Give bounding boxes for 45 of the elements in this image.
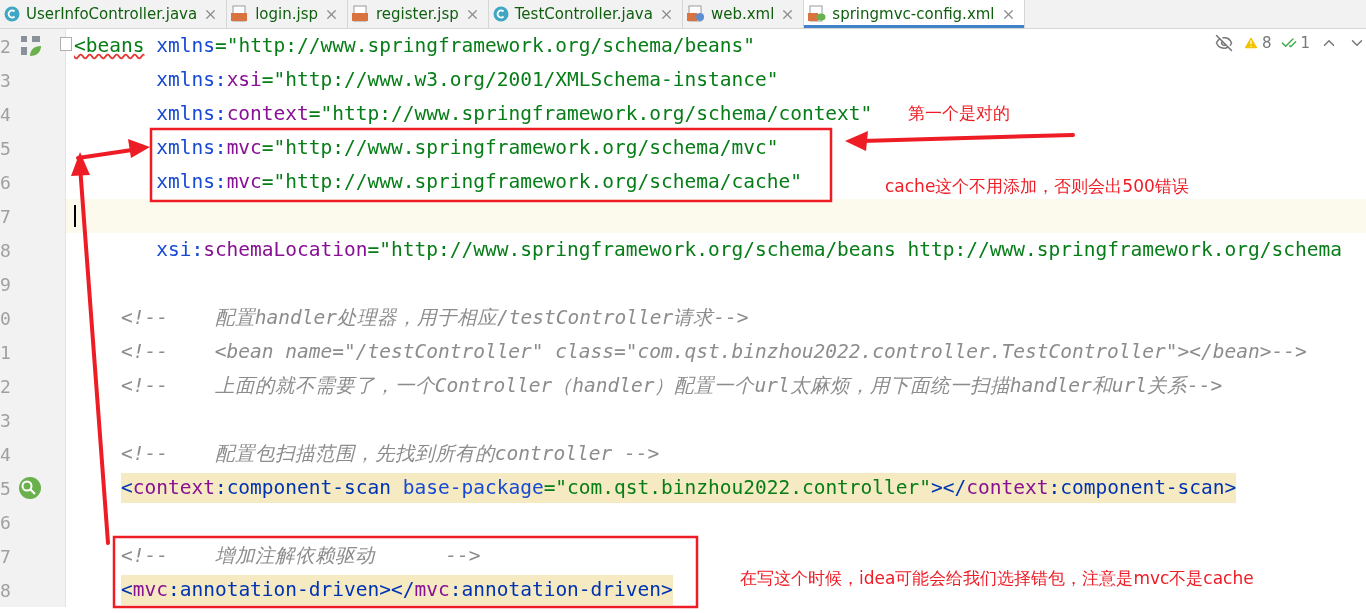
code-line: xmlns:xsi="http://www.w3.org/2001/XMLSchema-instance": [156, 67, 779, 93]
class-icon: [4, 6, 20, 22]
code-line: <!-- 上面的就不需要了，一个Controller（handler）配置一个url太麻烦，用下面统一扫描handler和url关系-->: [120, 373, 1223, 399]
line-number: 3: [0, 69, 12, 91]
text-caret: [74, 205, 76, 227]
line-number: 7: [0, 205, 12, 227]
line-number: 8: [0, 239, 12, 261]
code-line: xmlns:mvc="http://www.springframework.org/schema/mvc": [156, 135, 779, 161]
warning-count[interactable]: 8: [1242, 34, 1272, 52]
jsp-file-icon: [352, 5, 370, 23]
code-line: <!-- 配置包扫描范围，先找到所有的controller -->: [120, 441, 660, 467]
line-number: 6: [0, 171, 12, 193]
code-line: xsi:schemaLocation="http://www.springframework.org/schema/beans http://www.springframework.org/schema: [156, 237, 1342, 263]
code-line: <!-- 增加注解依赖驱动 -->: [120, 543, 481, 569]
line-number: 0: [0, 307, 12, 329]
code-line: xmlns:mvc="http://www.springframework.org/schema/cache": [156, 169, 802, 195]
weak-warning-count[interactable]: 1: [1281, 34, 1310, 52]
xml-file-icon: [686, 5, 705, 23]
code-line: <!-- <bean name="/testController" class="com.qst.binzhou2022.controller.TestController"></bean>-->: [120, 339, 1307, 365]
line-number: 1: [0, 341, 12, 363]
code-line: <!-- 配置handler处理器，用于相应/testController请求-->: [120, 305, 749, 331]
xml-file-icon: [808, 5, 827, 23]
line-number: 2: [0, 375, 12, 397]
line-number: 4: [0, 103, 12, 125]
code-line: <beans xmlns="http://www.springframework.org/schema/beans": [74, 33, 755, 59]
line-number: 4: [0, 443, 12, 465]
search-icon[interactable]: [18, 476, 42, 500]
line-number: 6: [0, 511, 12, 533]
annotation-note: cache这个不用添加，否则会出500错误: [885, 175, 1189, 198]
bean-icon[interactable]: [20, 35, 42, 57]
fold-marker[interactable]: [60, 37, 72, 51]
line-number: 5: [0, 137, 12, 159]
annotation-note: 在写这个时候，idea可能会给我们选择错包，注意是mvc不是cache: [740, 567, 1254, 590]
code-line: xmlns:context="http://www.springframework.org/schema/context": [156, 101, 873, 127]
jsp-file-icon: [231, 5, 250, 23]
annotation-note: 第一个是对的: [908, 102, 1010, 125]
line-number: 7: [0, 545, 12, 567]
line-number: 3: [0, 409, 12, 431]
line-number: 9: [0, 273, 12, 295]
file-tab[interactable]: springmvc-config.xml: [804, 0, 1025, 28]
class-icon: [492, 6, 509, 22]
line-number: 8: [0, 579, 12, 601]
eye-off-icon[interactable]: [1214, 34, 1233, 52]
line-number: 2: [0, 35, 12, 57]
line-number: 5: [0, 477, 12, 499]
